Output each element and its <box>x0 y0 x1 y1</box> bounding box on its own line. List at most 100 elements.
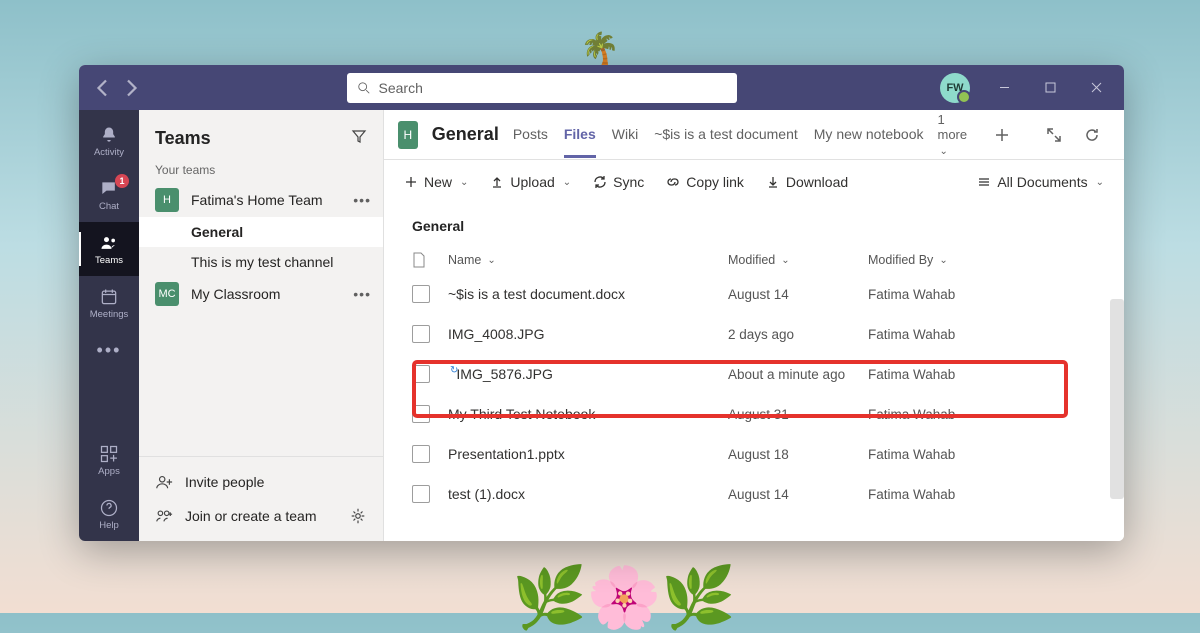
sync-button[interactable]: Sync <box>593 174 644 190</box>
channel-test[interactable]: This is my test channel <box>139 247 383 277</box>
column-name[interactable]: Name ⌄ <box>448 252 728 268</box>
gear-icon[interactable] <box>349 507 367 525</box>
column-modified-by[interactable]: Modified By ⌄ <box>868 252 1124 268</box>
file-modified-by: Fatima Wahab <box>868 287 1124 302</box>
file-row[interactable]: IMG_4008.JPG2 days agoFatima Wahab <box>384 314 1124 354</box>
file-modified: August 31 <box>728 407 868 422</box>
rail-more[interactable]: ••• <box>97 330 122 371</box>
download-button[interactable]: Download <box>766 174 848 190</box>
main-area: H General Posts Files Wiki ~$is is a tes… <box>384 110 1124 541</box>
join-create-team-button[interactable]: Join or create a team <box>139 499 383 533</box>
file-modified: About a minute ago <box>728 367 868 382</box>
file-modified: August 14 <box>728 487 868 502</box>
file-type-icon <box>412 325 430 343</box>
team-name: Fatima's Home Team <box>191 192 323 208</box>
join-icon <box>155 507 173 525</box>
file-row[interactable]: My Third Test NotebookAugust 31Fatima Wa… <box>384 394 1124 434</box>
search-placeholder: Search <box>379 80 423 96</box>
teams-window: Search FW Activity 1 Chat Teams <box>79 65 1124 541</box>
team-row-fatima-home[interactable]: H Fatima's Home Team ••• <box>139 183 383 217</box>
your-teams-heading: Your teams <box>139 163 383 183</box>
upload-button[interactable]: Upload⌄ <box>490 174 571 190</box>
tab-posts[interactable]: Posts <box>513 126 548 144</box>
background-palm: 🌴 <box>580 30 620 68</box>
team-more-icon[interactable]: ••• <box>353 192 371 208</box>
bell-icon <box>99 125 119 145</box>
scrollbar[interactable] <box>1110 299 1124 499</box>
channel-header: H General Posts Files Wiki ~$is is a tes… <box>384 110 1124 160</box>
file-modified-by: Fatima Wahab <box>868 447 1124 462</box>
filter-icon[interactable] <box>351 128 367 149</box>
column-modified[interactable]: Modified ⌄ <box>728 252 868 268</box>
search-input[interactable]: Search <box>347 73 737 103</box>
panel-title: Teams <box>155 128 211 149</box>
rail-teams[interactable]: Teams <box>79 222 139 276</box>
file-type-icon <box>412 405 430 423</box>
rail-help[interactable]: Help <box>79 487 139 541</box>
tab-notebook[interactable]: My new notebook <box>814 126 924 144</box>
invite-icon <box>155 473 173 491</box>
file-type-icon <box>412 365 430 383</box>
rail-label: Apps <box>98 466 120 477</box>
channel-avatar: H <box>398 121 418 149</box>
nav-forward-button[interactable] <box>119 76 143 100</box>
titlebar: Search FW <box>79 65 1124 110</box>
rail-label: Help <box>99 520 119 531</box>
invite-people-button[interactable]: Invite people <box>139 465 383 499</box>
rail-chat[interactable]: 1 Chat <box>79 168 139 222</box>
breadcrumb[interactable]: General <box>384 218 1124 246</box>
file-type-icon <box>412 285 430 303</box>
background-foliage: 🌿🌸🌿 <box>512 562 736 633</box>
tabs-more[interactable]: 1 more ⌄ <box>938 112 977 157</box>
file-modified-by: Fatima Wahab <box>868 327 1124 342</box>
file-row[interactable]: ~$is is a test document.docxAugust 14Fat… <box>384 274 1124 314</box>
expand-icon[interactable] <box>1042 123 1066 147</box>
channel-general[interactable]: General <box>139 217 383 247</box>
file-modified-by: Fatima Wahab <box>868 487 1124 502</box>
teams-icon <box>99 233 119 253</box>
rail-activity[interactable]: Activity <box>79 114 139 168</box>
nav-back-button[interactable] <box>91 76 115 100</box>
tab-test-doc[interactable]: ~$is is a test document <box>654 126 798 144</box>
file-type-icon <box>412 445 430 463</box>
new-button[interactable]: New⌄ <box>404 174 468 190</box>
team-avatar: H <box>155 188 179 212</box>
add-tab-button[interactable] <box>990 123 1014 147</box>
invite-label: Invite people <box>185 474 264 490</box>
search-icon <box>357 81 371 95</box>
team-row-my-classroom[interactable]: MC My Classroom ••• <box>139 277 383 311</box>
rail-label: Chat <box>99 201 119 212</box>
tab-files[interactable]: Files <box>564 126 596 158</box>
apps-icon <box>99 444 119 464</box>
rail-meetings[interactable]: Meetings <box>79 276 139 330</box>
rail-label: Activity <box>94 147 124 158</box>
channel-title: General <box>432 124 499 145</box>
file-row[interactable]: Presentation1.pptxAugust 18Fatima Wahab <box>384 434 1124 474</box>
file-modified: 2 days ago <box>728 327 868 342</box>
column-headers: Name ⌄ Modified ⌄ Modified By ⌄ <box>384 246 1124 274</box>
file-name: ↻IMG_5876.JPG <box>448 366 728 382</box>
file-type-icon <box>412 485 430 503</box>
teams-panel: Teams Your teams H Fatima's Home Team ••… <box>139 110 384 541</box>
view-selector[interactable]: All Documents⌄ <box>977 174 1104 190</box>
app-rail: Activity 1 Chat Teams Meetings ••• Apps <box>79 110 139 541</box>
window-minimize-button[interactable] <box>984 73 1024 103</box>
file-modified: August 14 <box>728 287 868 302</box>
rail-apps[interactable]: Apps <box>79 433 139 487</box>
rail-label: Meetings <box>90 309 129 320</box>
file-row[interactable]: test (1).docxAugust 14Fatima Wahab <box>384 474 1124 514</box>
file-row[interactable]: ↻IMG_5876.JPGAbout a minute agoFatima Wa… <box>384 354 1124 394</box>
team-more-icon[interactable]: ••• <box>353 286 371 302</box>
user-avatar[interactable]: FW <box>940 73 970 103</box>
window-close-button[interactable] <box>1076 73 1116 103</box>
team-avatar: MC <box>155 282 179 306</box>
calendar-icon <box>99 287 119 307</box>
chat-badge: 1 <box>115 174 129 188</box>
window-maximize-button[interactable] <box>1030 73 1070 103</box>
file-modified-by: Fatima Wahab <box>868 407 1124 422</box>
refresh-icon[interactable] <box>1080 123 1104 147</box>
copy-link-button[interactable]: Copy link <box>666 174 744 190</box>
file-name: Presentation1.pptx <box>448 446 728 462</box>
file-name: My Third Test Notebook <box>448 406 728 422</box>
tab-wiki[interactable]: Wiki <box>612 126 638 144</box>
